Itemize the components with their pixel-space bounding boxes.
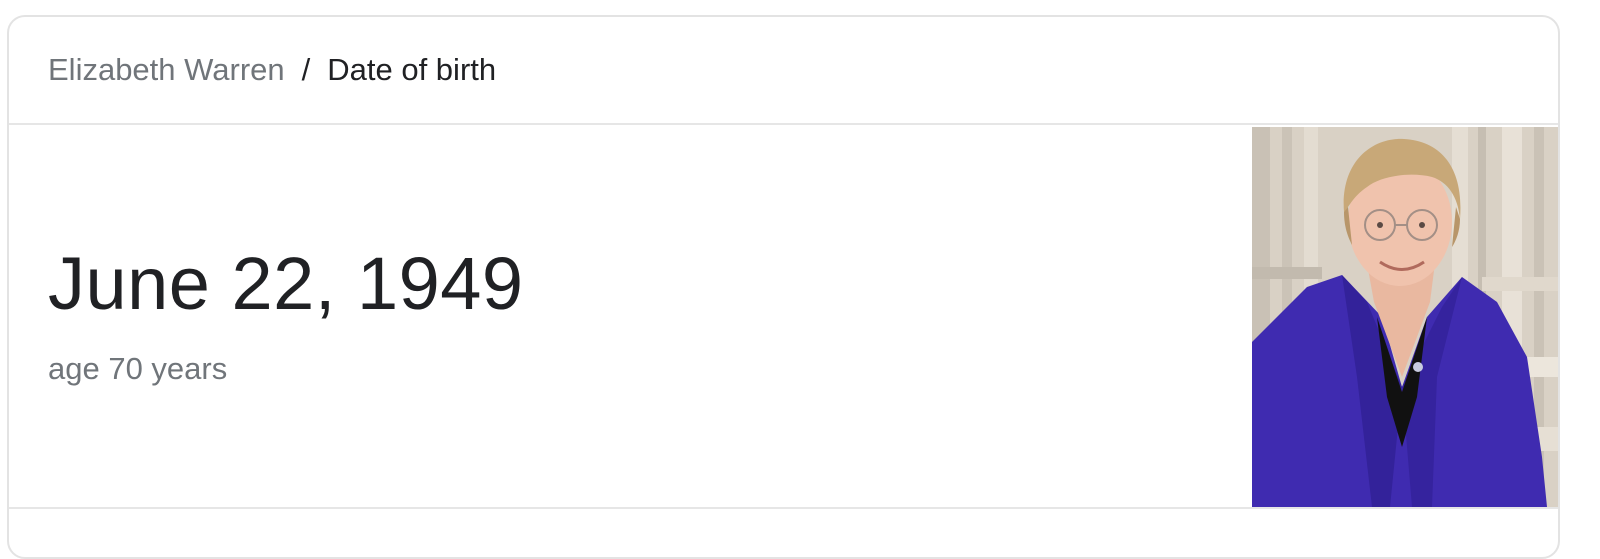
portrait-image (1252, 127, 1558, 507)
answer-subtext: age 70 years (48, 351, 228, 386)
answer-value: June 22, 1949 (48, 242, 524, 325)
card-header: Elizabeth Warren / Date of birth (9, 17, 1558, 125)
knowledge-card: Elizabeth Warren / Date of birth June 22… (7, 15, 1560, 559)
person-photo[interactable] (1252, 127, 1558, 507)
breadcrumb-current: Date of birth (327, 52, 497, 87)
bottom-divider (9, 507, 1558, 509)
breadcrumb-separator: / (301, 52, 311, 87)
card-body: June 22, 1949 age 70 years (9, 127, 1558, 507)
breadcrumb-parent-link[interactable]: Elizabeth Warren (48, 50, 285, 90)
breadcrumb: Elizabeth Warren / Date of birth (48, 50, 496, 90)
